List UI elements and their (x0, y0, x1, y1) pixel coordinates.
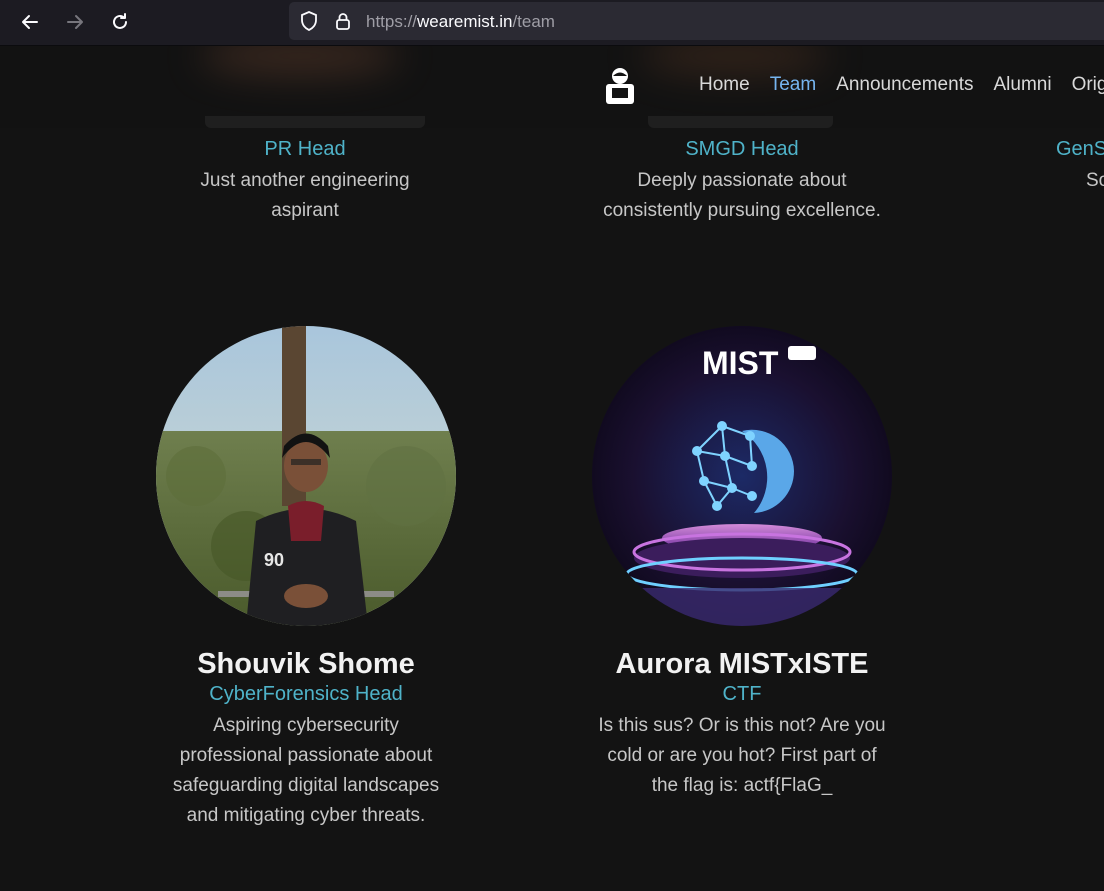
back-button[interactable] (16, 8, 44, 36)
member-role: PR Head (264, 138, 346, 160)
member-name: Aurora MISTxISTE (615, 648, 869, 680)
reload-icon (113, 13, 127, 29)
member-photo: 90 (156, 326, 456, 626)
description-line: and mitigating cyber threats. (186, 805, 426, 826)
background-blur (200, 46, 400, 76)
page-content: PR Head Just another engineering aspiran… (0, 46, 1104, 891)
member-description: Aspiring cybersecurity professional pass… (156, 711, 456, 831)
member-name: Shouvik Shome (197, 648, 415, 680)
url-path: /team (512, 12, 555, 31)
nav-links: Home Team Announcements Alumni Orig (699, 74, 1104, 96)
description-line: cold or are you hot? First part of (607, 745, 877, 766)
team-card: Aurora MISTxISTE CTF Is this sus? Or is … (582, 648, 902, 801)
ctf-logo-image: MIST (592, 326, 892, 626)
member-role: CTF (722, 683, 762, 705)
member-description: Just another engineering aspirant (155, 166, 455, 226)
description-line: the flag is: actf{FlaG_ (651, 775, 833, 796)
forward-arrow-icon (67, 15, 83, 29)
nav-home[interactable]: Home (699, 74, 750, 96)
member-role: GenS (1056, 138, 1104, 160)
url-scheme: https:// (366, 12, 418, 31)
description-line: safeguarding digital landscapes (172, 775, 440, 796)
nav-announcements[interactable]: Announcements (836, 74, 973, 96)
member-role: SMGD Head (685, 138, 799, 160)
shield-icon[interactable] (299, 11, 319, 31)
url-bar[interactable]: https://wearemist.in/team (289, 2, 1104, 40)
back-arrow-icon (22, 15, 38, 29)
reload-button[interactable] (106, 8, 134, 36)
team-card: Shouvik Shome CyberForensics Head Aspiri… (156, 648, 456, 831)
url-text[interactable]: https://wearemist.in/team (366, 12, 555, 32)
description-line: consistently pursuing excellence. (603, 200, 881, 221)
member-role: CyberForensics Head (209, 683, 403, 705)
description-line: professional passionate about (179, 745, 433, 766)
nav-origins[interactable]: Orig (1072, 74, 1104, 96)
lock-icon[interactable] (333, 11, 353, 31)
team-card: GenS So (1056, 138, 1104, 196)
url-host: wearemist.in (417, 12, 513, 31)
nav-team[interactable]: Team (770, 74, 816, 96)
mist-logo-text: MIST (702, 345, 779, 381)
team-card: SMGD Head Deeply passionate about consis… (582, 138, 902, 226)
member-description: Is this sus? Or is this not? Are you col… (582, 711, 902, 801)
description-line: Is this sus? Or is this not? Are you (598, 715, 886, 736)
description-line: Just another engineering (200, 170, 410, 191)
description-line: Deeply passionate about (637, 170, 847, 191)
description-line: aspirant (271, 200, 339, 221)
svg-text:90: 90 (264, 550, 284, 570)
background-blur (640, 46, 830, 76)
forward-button[interactable] (61, 8, 89, 36)
description-line: Aspiring cybersecurity (213, 715, 399, 736)
nav-alumni[interactable]: Alumni (993, 74, 1051, 96)
member-description: So (1086, 170, 1104, 191)
team-card: PR Head Just another engineering aspiran… (155, 138, 455, 226)
browser-toolbar: https://wearemist.in/team (0, 0, 1104, 46)
site-logo-icon[interactable] (604, 66, 636, 106)
member-description: Deeply passionate about consistently pur… (582, 166, 902, 226)
site-navbar: Home Team Announcements Alumni Orig (0, 46, 1104, 128)
